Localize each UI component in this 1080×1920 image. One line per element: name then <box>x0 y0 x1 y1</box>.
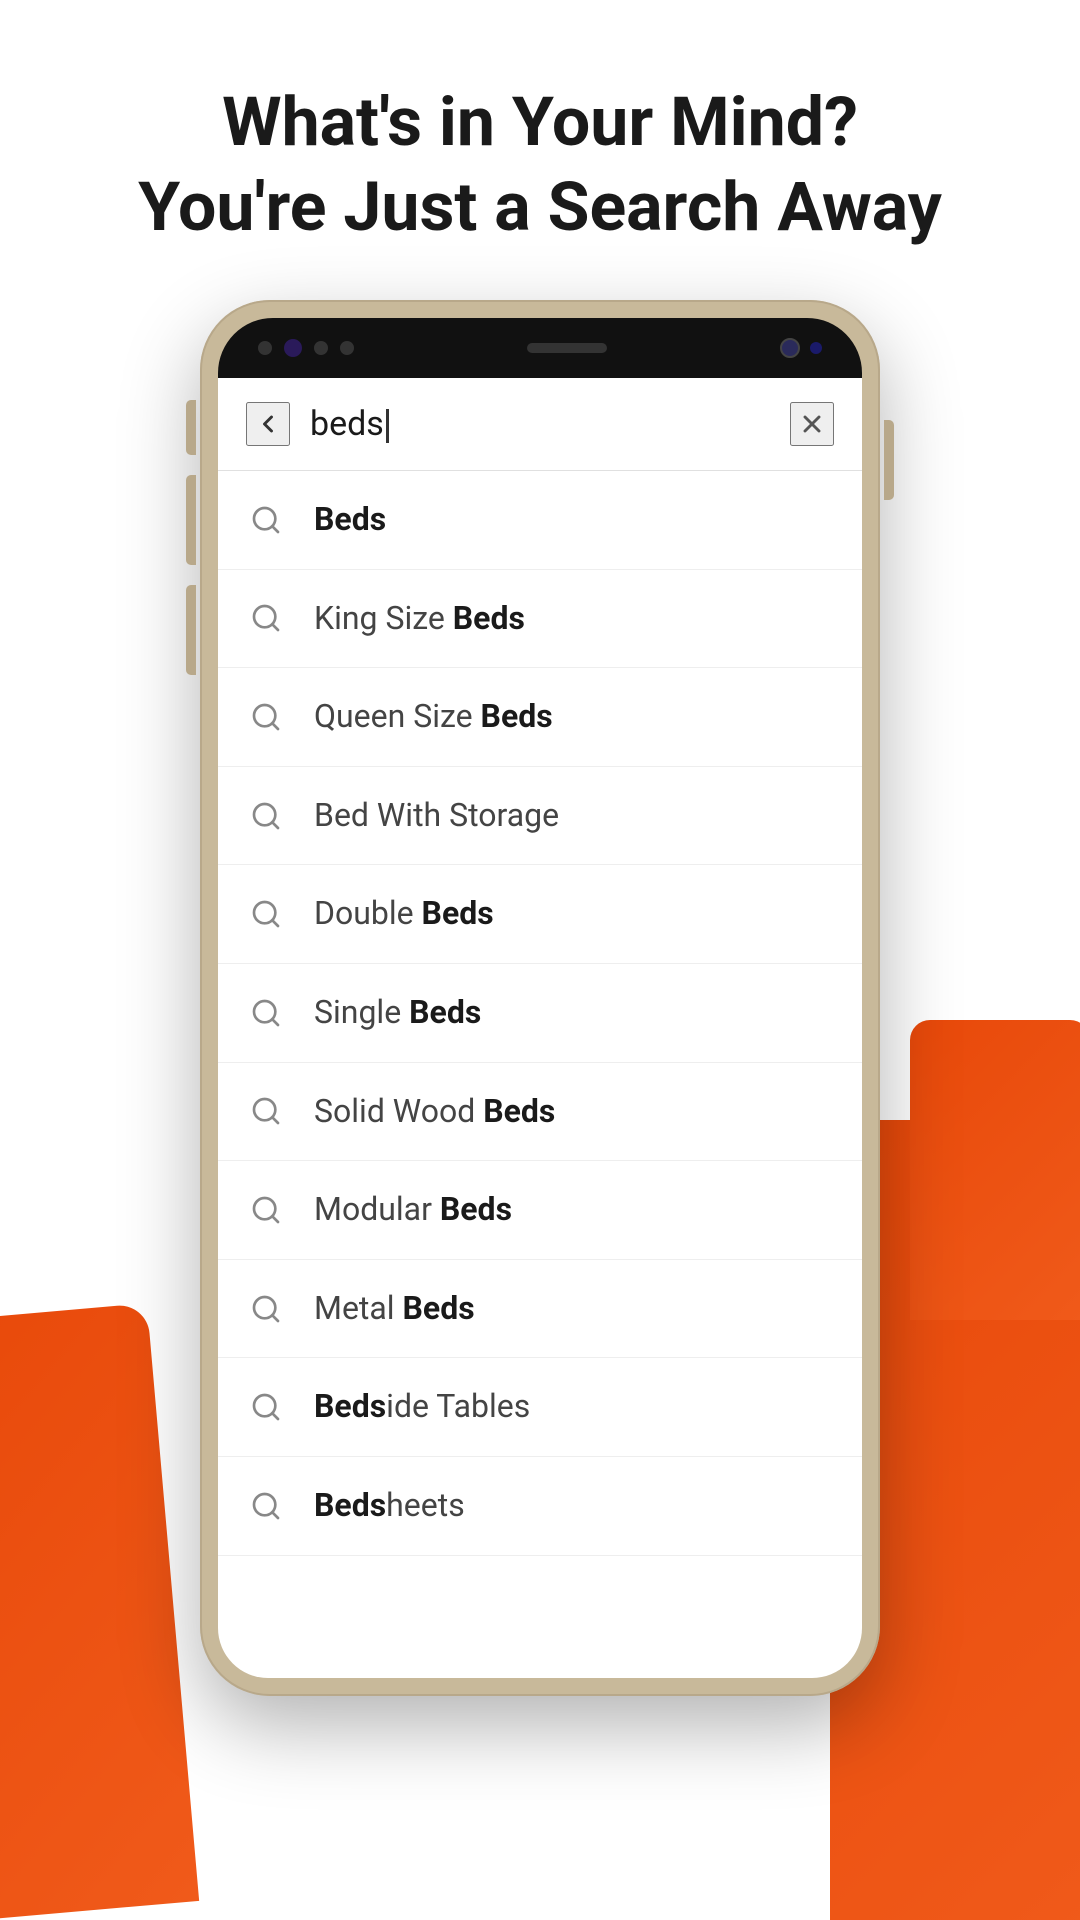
phone-volume-up-button <box>186 475 196 565</box>
search-icon-7 <box>250 1095 282 1127</box>
suggestion-text-5: Double Beds <box>314 893 494 935</box>
sensor-dot-1 <box>258 341 272 355</box>
suggestion-item-beds[interactable]: Beds <box>218 471 862 570</box>
clear-button[interactable] <box>790 402 834 446</box>
suggestion-text-9: Metal Beds <box>314 1288 475 1330</box>
sensor-camera <box>780 338 800 358</box>
search-bar[interactable]: beds <box>218 378 862 471</box>
search-icon-8 <box>250 1194 282 1226</box>
suggestion-item-bedside-tables[interactable]: Bedside Tables <box>218 1358 862 1457</box>
suggestion-text-10: Bedside Tables <box>314 1386 530 1428</box>
suggestion-item-bed-with-storage[interactable]: Bed With Storage <box>218 767 862 866</box>
suggestion-item-metal-beds[interactable]: Metal Beds <box>218 1260 862 1359</box>
search-icon-3 <box>250 701 282 733</box>
suggestion-item-king-size-beds[interactable]: King Size Beds <box>218 570 862 669</box>
close-icon <box>798 410 826 438</box>
suggestion-item-bedsheets[interactable]: Bedsheets <box>218 1457 862 1556</box>
phone-frame: beds <box>200 300 880 1696</box>
search-icon-wrap-7 <box>246 1091 286 1131</box>
back-button[interactable] <box>246 402 290 446</box>
search-icon-9 <box>250 1293 282 1325</box>
sensor-speaker <box>527 343 607 353</box>
suggestion-text-4: Bed With Storage <box>314 795 559 837</box>
search-icon-4 <box>250 800 282 832</box>
search-icon-5 <box>250 898 282 930</box>
search-icon-wrap-10 <box>246 1387 286 1427</box>
search-icon-10 <box>250 1391 282 1423</box>
search-icon-wrap-9 <box>246 1289 286 1329</box>
suggestion-text-2: King Size Beds <box>314 598 525 640</box>
search-icon-11 <box>250 1490 282 1522</box>
sensor-dot-2 <box>314 341 328 355</box>
search-icon-wrap-4 <box>246 796 286 836</box>
suggestion-list: Beds King Size Beds <box>218 471 862 1556</box>
suggestion-text-1: Beds <box>314 499 386 541</box>
suggestion-item-single-beds[interactable]: Single Beds <box>218 964 862 1063</box>
phone-power-button <box>884 420 894 500</box>
suggestion-text-8: Modular Beds <box>314 1189 512 1231</box>
search-icon-wrap-11 <box>246 1486 286 1526</box>
suggestion-item-solid-wood-beds[interactable]: Solid Wood Beds <box>218 1063 862 1162</box>
sensor-dot-3 <box>340 341 354 355</box>
suggestion-text-6: Single Beds <box>314 992 481 1034</box>
search-icon-wrap-5 <box>246 894 286 934</box>
phone-sensors-right <box>780 338 822 358</box>
phone-screen: beds <box>218 378 862 1678</box>
search-icon-2 <box>250 602 282 634</box>
suggestion-text-7: Solid Wood Beds <box>314 1091 555 1133</box>
sensor-iris <box>284 339 302 357</box>
search-icon-wrap-1 <box>246 500 286 540</box>
suggestion-text-3: Queen Size Beds <box>314 696 553 738</box>
header-line2: You're Just a Search Away <box>138 167 942 247</box>
search-icon-6 <box>250 997 282 1029</box>
search-cursor <box>386 409 389 443</box>
phone-sensors-left <box>258 339 354 357</box>
search-icon-wrap-3 <box>246 697 286 737</box>
search-icon-wrap-2 <box>246 598 286 638</box>
back-icon <box>254 410 282 438</box>
header-line1: What's in Your Mind? <box>222 82 858 162</box>
search-icon-wrap-6 <box>246 993 286 1033</box>
header-section: What's in Your Mind? You're Just a Searc… <box>0 0 1080 300</box>
search-input[interactable]: beds <box>290 404 790 444</box>
phone-mute-button <box>186 400 196 455</box>
suggestion-item-queen-size-beds[interactable]: Queen Size Beds <box>218 668 862 767</box>
phone-notch <box>218 318 862 378</box>
header-title: What's in Your Mind? You're Just a Searc… <box>60 80 1020 250</box>
search-icon-wrap-8 <box>246 1190 286 1230</box>
phone-container: beds <box>0 300 1080 1696</box>
search-icon-1 <box>250 504 282 536</box>
search-query-text: beds <box>310 404 384 444</box>
sensor-dot-blue <box>810 342 822 354</box>
suggestion-item-modular-beds[interactable]: Modular Beds <box>218 1161 862 1260</box>
suggestion-item-double-beds[interactable]: Double Beds <box>218 865 862 964</box>
suggestion-text-11: Bedsheets <box>314 1485 465 1527</box>
phone-volume-down-button <box>186 585 196 675</box>
